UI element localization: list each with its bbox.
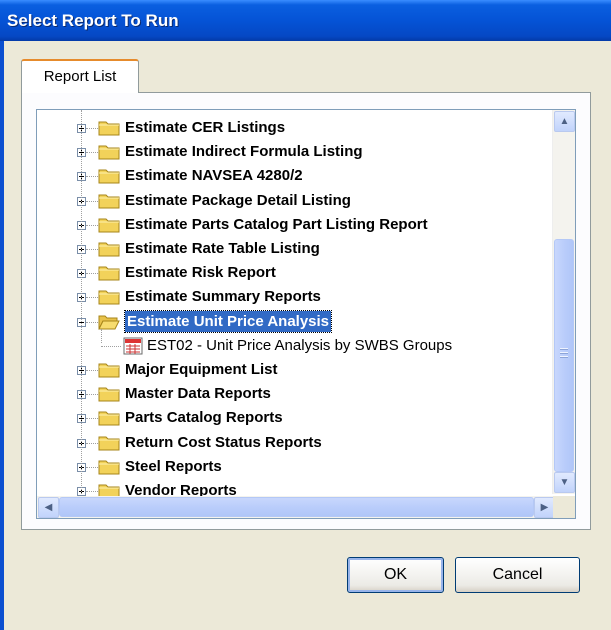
tree-folder-item[interactable]: Estimate Summary Reports (37, 286, 552, 308)
window-frame-left (0, 41, 4, 630)
scroll-grip (560, 352, 568, 353)
tree-folder-item[interactable]: Parts Catalog Reports (37, 407, 552, 429)
folder-open-icon (98, 313, 120, 330)
tree-item-label[interactable]: Estimate Parts Catalog Part Listing Repo… (125, 214, 428, 235)
scroll-right-button[interactable]: ▶ (534, 497, 555, 518)
folder-icon (98, 264, 120, 281)
tree-folder-item[interactable]: Estimate Package Detail Listing (37, 190, 552, 212)
scroll-corner (553, 496, 575, 518)
tree-item-label[interactable]: Estimate Unit Price Analysis (123, 309, 333, 333)
horizontal-scrollbar[interactable]: ◀ ▶ (37, 496, 555, 518)
tree-folder-item[interactable]: Estimate CER Listings (37, 117, 552, 139)
folder-icon (98, 385, 120, 402)
scroll-grip (560, 356, 568, 357)
tree-guide-line (101, 328, 102, 343)
tree-item-label[interactable]: Return Cost Status Reports (125, 432, 322, 453)
folder-icon (98, 216, 120, 233)
folder-icon (98, 192, 120, 209)
tree-connector-line (86, 273, 98, 275)
tree-connector-line (86, 249, 98, 250)
folder-icon (98, 119, 120, 136)
tree-connector-line (86, 297, 98, 299)
tree-connector-line (86, 200, 98, 202)
tree-item-label[interactable]: Estimate Summary Reports (125, 286, 321, 307)
tree-connector-line (101, 345, 121, 347)
tree-item-label[interactable]: Estimate Rate Table Listing (125, 238, 320, 259)
folder-icon (98, 409, 120, 426)
tree-item-label[interactable]: Master Data Reports (125, 383, 271, 404)
tree-folder-item[interactable]: Estimate NAVSEA 4280/2 (37, 165, 552, 187)
folder-icon (98, 143, 120, 160)
tab-report-list[interactable]: Report List (21, 59, 139, 93)
window-title: Select Report To Run (0, 0, 611, 41)
tree-connector-line (86, 224, 98, 226)
tree-connector-line (86, 152, 98, 154)
tree-item-label[interactable]: Estimate CER Listings (125, 117, 285, 138)
folder-icon (98, 361, 120, 378)
tree-connector-line (86, 466, 98, 468)
tree-connector-line (86, 442, 98, 444)
vertical-scroll-thumb[interactable] (554, 239, 574, 472)
tree-connector-line (86, 176, 98, 178)
folder-icon (98, 288, 120, 305)
scroll-left-button[interactable]: ◀ (38, 497, 59, 518)
tree-connector-line (86, 394, 98, 396)
tree-connector-line (86, 128, 98, 129)
tree-item-label[interactable]: Estimate NAVSEA 4280/2 (125, 165, 303, 186)
tree-folder-item[interactable]: Estimate Unit Price Analysis (37, 309, 552, 333)
tree-folder-item[interactable]: Steel Reports (37, 456, 552, 478)
folder-icon (98, 167, 120, 184)
tree-folder-item[interactable]: Estimate Risk Report (37, 262, 552, 284)
tree-connector-line (86, 321, 98, 323)
scroll-down-button[interactable]: ▼ (554, 472, 575, 493)
scroll-up-button[interactable]: ▲ (554, 111, 575, 132)
tree-connector-line (86, 418, 98, 420)
tree-item-label[interactable]: Steel Reports (125, 456, 222, 477)
tree-item-label[interactable]: Estimate Risk Report (125, 262, 276, 283)
folder-icon (98, 458, 120, 475)
tree-item-label[interactable]: EST02 - Unit Price Analysis by SWBS Grou… (147, 335, 452, 357)
tree-folder-item[interactable]: Major Equipment List (37, 359, 552, 381)
ok-button[interactable]: OK (347, 557, 444, 593)
tree-connector-line (86, 370, 98, 371)
scroll-grip (560, 348, 568, 349)
report-tree[interactable]: Estimate CER Listings Estimate Indirect F… (36, 109, 576, 519)
tree-item-label[interactable]: Major Equipment List (125, 359, 278, 380)
tree-guide-line (81, 110, 82, 494)
tree-connector-line (86, 491, 98, 492)
tree-report-item[interactable]: EST02 - Unit Price Analysis by SWBS Grou… (37, 335, 552, 357)
tree-folder-item[interactable]: Estimate Indirect Formula Listing (37, 141, 552, 163)
horizontal-scroll-thumb[interactable] (59, 497, 534, 517)
cancel-button[interactable]: Cancel (455, 557, 580, 593)
tree-item-label[interactable]: Parts Catalog Reports (125, 407, 283, 428)
tree-folder-item[interactable]: Master Data Reports (37, 383, 552, 405)
tree-folder-item[interactable]: Estimate Rate Table Listing (37, 238, 552, 260)
tree-folder-item[interactable]: Return Cost Status Reports (37, 432, 552, 454)
vertical-scrollbar[interactable]: ▲ ▼ (552, 110, 575, 494)
tree-item-label[interactable]: Estimate Package Detail Listing (125, 190, 351, 211)
report-icon (123, 337, 145, 355)
folder-icon (98, 240, 120, 257)
tree-item-label[interactable]: Estimate Indirect Formula Listing (125, 141, 363, 162)
folder-icon (98, 434, 120, 451)
tree-folder-item[interactable]: Estimate Parts Catalog Part Listing Repo… (37, 214, 552, 236)
